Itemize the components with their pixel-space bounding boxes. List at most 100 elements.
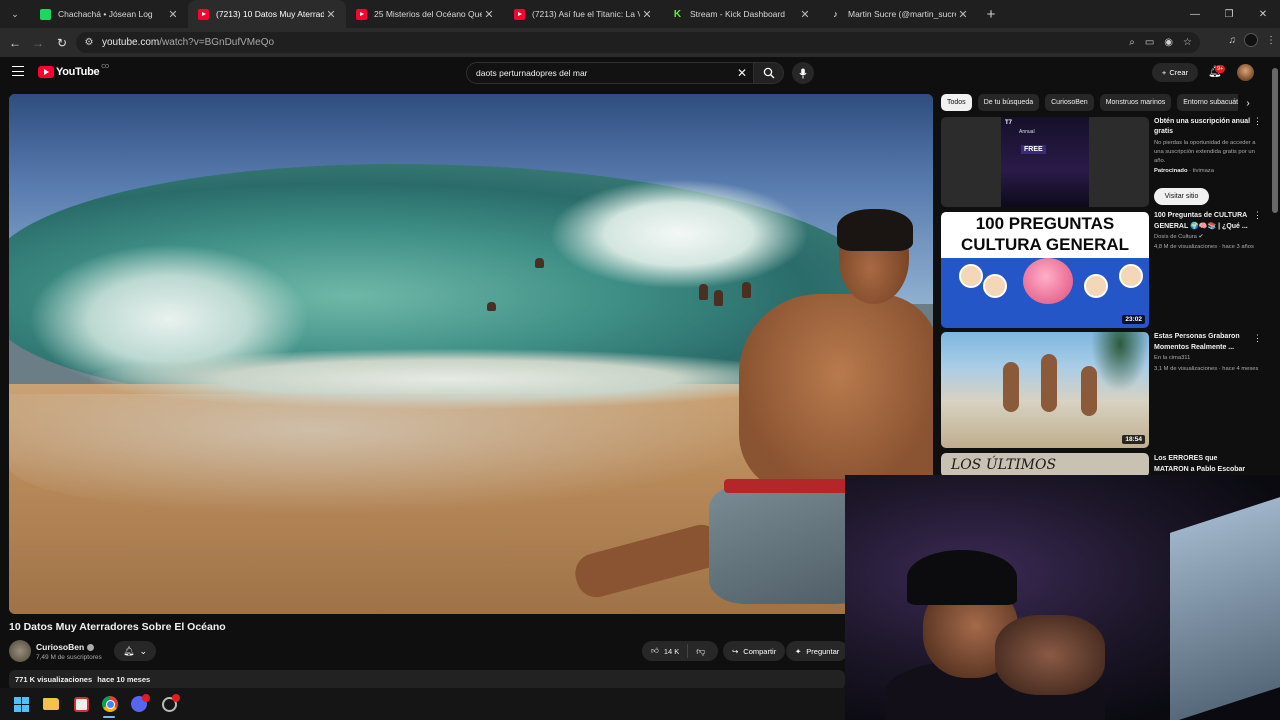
thumb-face [983,274,1007,298]
chevron-right-icon[interactable]: › [1238,94,1258,112]
dislike-button[interactable]: 👎︎ [688,646,705,657]
new-tab-button[interactable]: + [978,0,1004,28]
back-arrow-icon[interactable]: ← [5,33,25,53]
chip-sea-monsters[interactable]: Monstruos marinos [1099,94,1172,111]
subscription-bell-button[interactable]: 🔔︎ ⌄ [114,641,156,661]
more-options-icon[interactable]: ⋮ [1253,116,1262,127]
close-tab-icon[interactable]: ✕ [166,8,180,21]
ad-thumbnail[interactable]: T7 Annual FREE [941,117,1149,207]
more-options-icon[interactable]: ⋮ [1253,333,1262,344]
media-controls-icon[interactable]: ♫ [1229,35,1237,46]
tab-kick-dashboard[interactable]: K Stream - Kick Dashboard ✕ [662,0,820,28]
recommendation-channel[interactable]: En la cima311 [1154,355,1190,361]
hide-eye-icon[interactable]: ◉ [1164,37,1173,48]
page-scrollbar[interactable] [1272,68,1278,213]
tab-ocean-mysteries[interactable]: 25 Misterios del Océano Que L ✕ [346,0,504,28]
recommendation-thumbnail[interactable]: 100 PREGUNTAS CULTURA GENERAL 23:02 [941,212,1149,328]
webcam-overlay [845,475,1280,720]
recommendation-title[interactable]: 100 Preguntas de CULTURA GENERAL 🌍🧠📚 | ¿… [1154,211,1254,232]
app-icon[interactable] [72,695,90,713]
youtube-icon [514,8,525,20]
description-box[interactable]: 771 K visualizaciones hace 10 meses [9,670,845,690]
tab-tiktok[interactable]: ♪ Martin Sucre (@martin_sucre3) ✕ [820,0,978,28]
logo-text: YouTube [56,66,100,78]
ad-sponsored: Patrocinado · tivimaza [1154,168,1214,174]
close-window-icon[interactable]: ✕ [1246,0,1280,28]
chrome-icon[interactable] [101,695,119,713]
ad-description: No pierdas la oportunidad de acceder a u… [1154,140,1256,164]
windows-start-icon[interactable] [12,695,30,713]
search-query: daots perturnadopres del mar [476,68,588,78]
clear-search-icon[interactable]: ✕ [731,66,753,80]
share-button[interactable]: ↪ Compartir [723,641,786,661]
brain-illustration [1023,258,1073,304]
youtube-icon [198,8,209,20]
minimize-icon[interactable]: — [1178,0,1212,28]
file-explorer-icon[interactable] [42,695,60,713]
recommendation-thumbnail[interactable]: 18:54 [941,332,1149,448]
windows-taskbar [0,688,845,720]
recommendation-title[interactable]: Estas Personas Grabaron Momentos Realmen… [1154,332,1254,353]
tab-title: Stream - Kick Dashboard [690,9,785,19]
site-info-icon[interactable]: ⚙ [76,37,102,48]
thumb-text: LOS ÚLTIMOS [951,457,1057,473]
search-button[interactable] [754,62,784,84]
zoom-icon[interactable]: ⌕ [1129,37,1135,48]
account-avatar[interactable] [1237,64,1254,81]
tab-search-icon[interactable]: ⌄ [0,0,30,28]
close-tab-icon[interactable]: ✕ [798,8,812,21]
tab-spotify[interactable]: Chachachá • Jósean Log ✕ [30,0,188,28]
close-tab-icon[interactable]: ✕ [640,8,654,21]
tab-active-video[interactable]: (7213) 10 Datos Muy Aterrador ✕ [188,0,346,28]
cast-icon[interactable]: ▭ [1145,37,1154,48]
voice-search-button[interactable] [792,62,814,84]
like-button[interactable]: 👍︎ 14 K [642,644,689,658]
chip-from-search[interactable]: De tu búsqueda [977,94,1040,111]
recommendation-channel[interactable]: Dosis de Cultura ✔ [1154,234,1203,240]
visit-site-button[interactable]: Visitar sitio [1154,188,1209,205]
more-options-icon[interactable]: ⋮ [1253,210,1262,221]
close-tab-icon[interactable]: ✕ [324,8,338,21]
tab-title: (7213) 10 Datos Muy Aterrador [216,9,324,19]
search-input[interactable]: daots perturnadopres del mar ✕ [466,62,754,84]
menu-dots-icon[interactable]: ⋮ [1266,35,1276,46]
channel-name[interactable]: CuriosoBen [36,642,84,652]
kick-icon: K [673,8,682,20]
ad-title[interactable]: Obtén una suscripción anual gratis [1154,117,1254,137]
verified-icon: ✔ [1198,234,1204,240]
tab-titanic[interactable]: (7213) Así fue el Titanic: La Verd ✕ [504,0,662,28]
restore-icon[interactable]: ❐ [1212,0,1246,28]
channel-name-row[interactable]: CuriosoBen [36,642,95,652]
chip-all[interactable]: Todos [941,94,972,111]
bookmark-star-icon[interactable]: ☆ [1183,37,1192,48]
active-app-indicator [103,716,115,718]
youtube-logo[interactable]: YouTube CO [38,64,109,78]
menu-icon[interactable] [12,66,24,76]
ask-button[interactable]: ✦ Preguntar [786,641,848,661]
like-count: 14 K [663,646,680,656]
chevron-down-icon: ⌄ [139,645,147,656]
close-tab-icon[interactable]: ✕ [956,8,970,21]
recommendation-thumbnail[interactable]: LOS ÚLTIMOS [941,453,1149,477]
toolbar-right: ♫ ⋮ [1229,33,1276,47]
address-bar[interactable]: ⚙ youtube.com/watch?v=BGnDufVMeQo ⌕ ▭ ◉ … [76,32,1200,53]
create-button[interactable]: + Crear [1152,63,1198,82]
tab-title: Martin Sucre (@martin_sucre3) [848,9,956,19]
tab-title: (7213) Así fue el Titanic: La Verd [532,9,640,19]
palm-tree [1091,332,1149,392]
webcam-person-cap [907,550,1017,605]
create-label: Crear [1169,68,1189,77]
like-dislike-group: 👍︎ 14 K 👎︎ [642,641,718,661]
recommendation-meta: 3,1 M de visualizaciones · hace 4 meses [1154,366,1259,372]
chip-channel[interactable]: CuriosoBen [1045,94,1094,111]
forward-arrow-icon[interactable]: → [28,33,48,53]
thumbs-up-icon: 👍︎ [651,646,659,655]
profile-icon[interactable] [1244,33,1258,47]
recommendation-title[interactable]: Los ERRORES que MATARON a Pablo Escobar [1154,454,1254,475]
video-player[interactable] [9,94,933,614]
channel-avatar[interactable] [9,640,31,662]
reload-icon[interactable]: ↻ [52,33,72,53]
video-frame-swimmer [535,258,544,268]
view-count: 771 K visualizaciones [15,675,93,684]
close-tab-icon[interactable]: ✕ [482,8,496,21]
